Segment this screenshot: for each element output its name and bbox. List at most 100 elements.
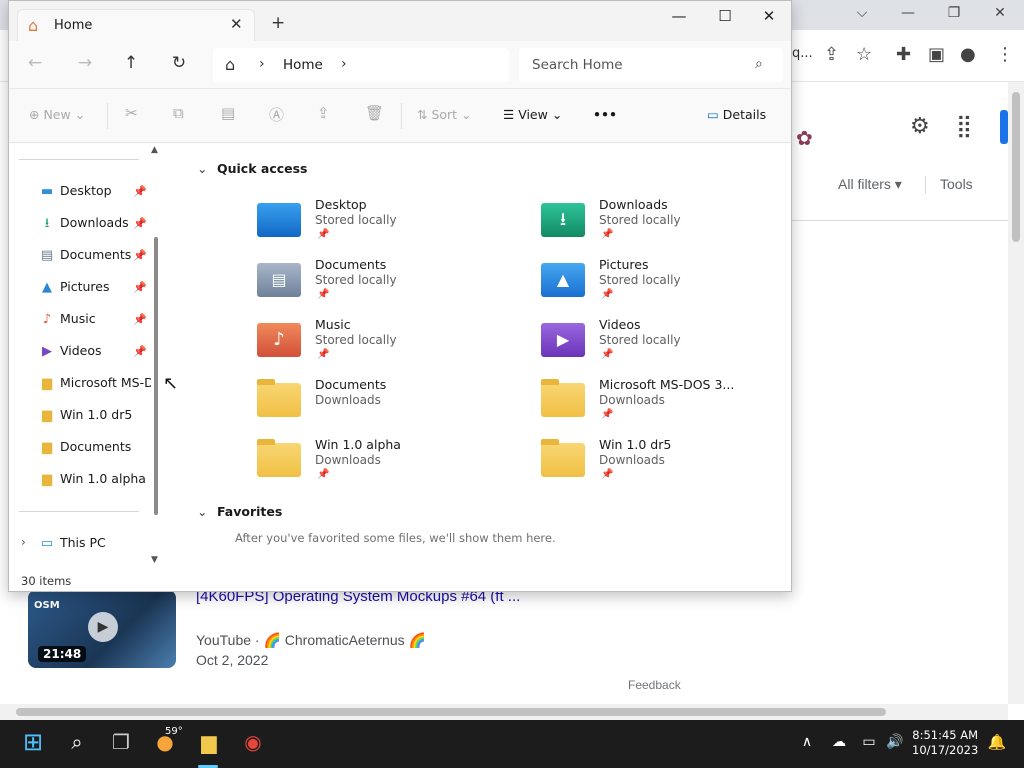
bookmark-star-icon[interactable]: ☆	[856, 44, 872, 65]
close-icon[interactable]: ✕	[988, 5, 1012, 21]
quick-access-item[interactable]: Win 1.0 dr5 Downloads 📌	[541, 437, 801, 495]
extensions-icon[interactable]: ✚	[896, 44, 911, 65]
scroll-up-icon[interactable]: ▲	[151, 145, 158, 155]
forward-arrow-icon[interactable]: →	[73, 53, 97, 73]
paste-icon[interactable]: ▤	[221, 104, 235, 122]
sign-in-accent[interactable]	[1000, 110, 1008, 144]
quick-access-item[interactable]: ♪ Music Stored locally 📌	[257, 317, 517, 375]
new-tab-icon[interactable]: +	[271, 13, 285, 33]
sort-button[interactable]: ⇅ Sort ⌄	[417, 107, 472, 122]
play-icon[interactable]: ▶	[88, 612, 118, 642]
sidebar-item-this-pc[interactable]: ▭ This PC	[39, 529, 151, 557]
details-button[interactable]: ▭ Details	[707, 107, 766, 122]
vertical-scrollbar[interactable]	[1008, 82, 1024, 704]
chevron-right-icon[interactable]: ›	[21, 535, 26, 549]
start-windows-icon[interactable]: ⊞	[18, 728, 48, 756]
maximize-icon[interactable]: ☐	[705, 7, 745, 25]
settings-gear-icon[interactable]: ⚙	[910, 114, 930, 139]
clock-date: 10/17/2023	[912, 743, 979, 757]
minimize-icon[interactable]: —	[659, 7, 699, 25]
quick-access-header[interactable]: ⌄ Quick access	[197, 161, 308, 176]
quick-access-item[interactable]: Win 1.0 alpha Downloads 📌	[257, 437, 517, 495]
notification-bell-icon[interactable]: 🔔	[982, 733, 1012, 751]
all-filters-button[interactable]: All filters ▾	[838, 176, 902, 193]
chevron-down-icon[interactable]: ⌄	[197, 504, 217, 519]
folder-icon	[257, 439, 301, 477]
breadcrumb[interactable]: Home	[283, 57, 323, 73]
folder-icon: ▆	[42, 376, 52, 391]
quick-access-item[interactable]: Desktop Stored locally 📌	[257, 197, 517, 255]
sidebar-item-folder[interactable]: ▆ Microsoft MS-D	[39, 369, 151, 397]
video-duration: 21:48	[38, 646, 87, 662]
favorites-header[interactable]: ⌄ Favorites	[197, 504, 282, 519]
quick-access-item[interactable]: ▤ Documents Stored locally 📌	[257, 257, 517, 315]
tab-home[interactable]: ⌂ Home ✕	[17, 9, 255, 41]
close-tab-icon[interactable]: ✕	[230, 15, 243, 33]
tab-search-icon[interactable]: ⌵	[850, 5, 874, 21]
sidebar-item-folder[interactable]: ▆ Win 1.0 alpha	[39, 465, 151, 493]
restore-icon[interactable]: ❐	[942, 5, 966, 21]
video-thumbnail[interactable]: OSM ▶ 21:48	[28, 590, 176, 668]
clock[interactable]: 8:51:45 AM 10/17/2023	[912, 728, 978, 758]
close-icon[interactable]: ✕	[749, 7, 789, 25]
sidebar-item-folder[interactable]: ▆ Documents	[39, 433, 151, 461]
onedrive-icon[interactable]: ☁	[824, 734, 854, 750]
rename-icon[interactable]: Ⓐ	[269, 104, 284, 125]
details-pane-icon: ▭	[707, 107, 719, 122]
up-arrow-icon[interactable]: ↑	[119, 53, 143, 73]
feedback-link[interactable]: Feedback	[628, 678, 681, 692]
volume-icon[interactable]: 🔊	[880, 734, 910, 750]
quick-access-item[interactable]: ▶ Videos Stored locally 📌	[541, 317, 801, 375]
chevron-up-icon[interactable]: ∧	[792, 734, 822, 750]
tools-button[interactable]: Tools	[940, 176, 973, 192]
back-arrow-icon[interactable]: ←	[23, 53, 47, 73]
favorites-empty-message: After you've favorited some files, we'll…	[235, 531, 556, 545]
share-icon[interactable]: ⇪	[824, 44, 839, 65]
chrome-taskbar-icon[interactable]: ◉	[238, 730, 268, 754]
sidebar-scrollbar[interactable]: ▲ ▼	[151, 143, 161, 571]
title-bar: ⌂ Home ✕ + — ☐ ✕	[9, 1, 791, 41]
search-input[interactable]: Search Home ⌕	[519, 48, 783, 82]
minimize-icon[interactable]: —	[896, 5, 920, 21]
horizontal-scrollbar[interactable]	[0, 704, 1008, 720]
pin-icon: 📌	[601, 349, 614, 360]
folder-icon	[541, 379, 585, 417]
search-icon[interactable]: ⌕	[62, 730, 92, 754]
side-panel-icon[interactable]: ▣	[928, 44, 945, 65]
view-button[interactable]: ☰ View ⌄	[503, 107, 562, 122]
search-icon[interactable]: ⌕	[755, 56, 763, 72]
home-icon[interactable]: ⌂	[225, 55, 235, 74]
file-explorer-taskbar-icon[interactable]: ▆	[194, 730, 224, 754]
refresh-icon[interactable]: ↻	[167, 53, 191, 73]
apps-grid-icon[interactable]: ⣿	[956, 114, 972, 139]
quick-access-item[interactable]: ⭳ Downloads Stored locally 📌	[541, 197, 801, 255]
cut-icon[interactable]: ✂	[125, 104, 138, 122]
chrome-menu-icon[interactable]: ⋮	[996, 44, 1014, 65]
desktop-folder-icon	[257, 203, 301, 237]
divider	[401, 103, 402, 129]
item-name: Music	[315, 317, 351, 332]
copy-icon[interactable]: ⧉	[173, 104, 184, 122]
more-options-icon[interactable]: •••	[593, 107, 617, 122]
scrollbar-thumb[interactable]	[16, 708, 886, 716]
chevron-right-icon[interactable]: ›	[259, 56, 265, 72]
scrollbar-thumb[interactable]	[154, 237, 158, 515]
chevron-down-icon[interactable]: ⌄	[197, 161, 217, 176]
new-button[interactable]: ⊕ New ⌄	[29, 107, 85, 122]
profile-icon[interactable]: ●	[960, 44, 976, 65]
chevron-right-icon[interactable]: ›	[341, 56, 347, 72]
task-view-icon[interactable]: ❐	[106, 730, 136, 754]
quick-access-item[interactable]: ▲ Pictures Stored locally 📌	[541, 257, 801, 315]
delete-icon[interactable]: 🗑	[365, 104, 384, 122]
sidebar-item-folder[interactable]: ▆ Win 1.0 dr5	[39, 401, 151, 429]
share-icon[interactable]: ⇪	[317, 104, 330, 122]
scroll-down-icon[interactable]: ▼	[151, 555, 158, 565]
item-name: Win 1.0 alpha	[315, 437, 401, 452]
scrollbar-thumb[interactable]	[1012, 92, 1020, 242]
address-bar[interactable]: ⌂ › Home ›	[213, 48, 509, 82]
quick-access-item[interactable]: Documents Downloads	[257, 377, 517, 435]
doodle-decoration-icon: ✿	[796, 126, 813, 150]
address-fragment[interactable]: q...	[792, 46, 813, 61]
quick-access-item[interactable]: Microsoft MS-DOS 3... Downloads 📌	[541, 377, 801, 435]
clock-time: 8:51:45 AM	[912, 728, 979, 742]
